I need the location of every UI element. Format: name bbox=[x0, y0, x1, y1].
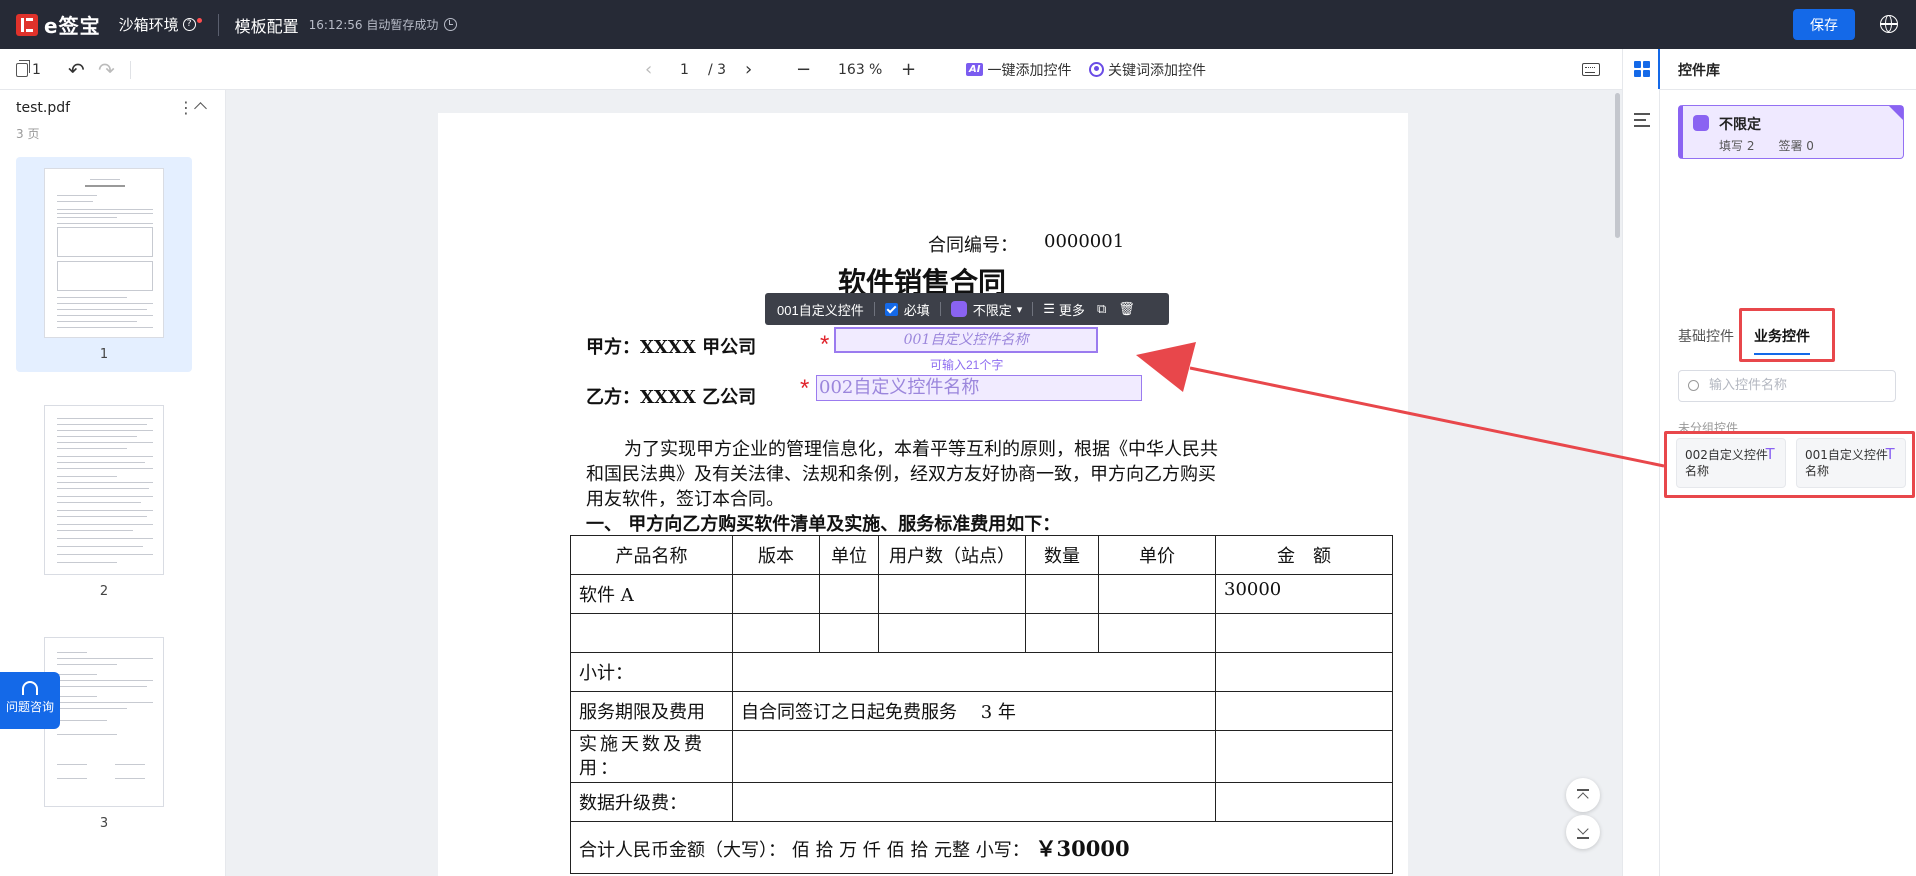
annotation-arrow bbox=[1136, 342, 1665, 468]
